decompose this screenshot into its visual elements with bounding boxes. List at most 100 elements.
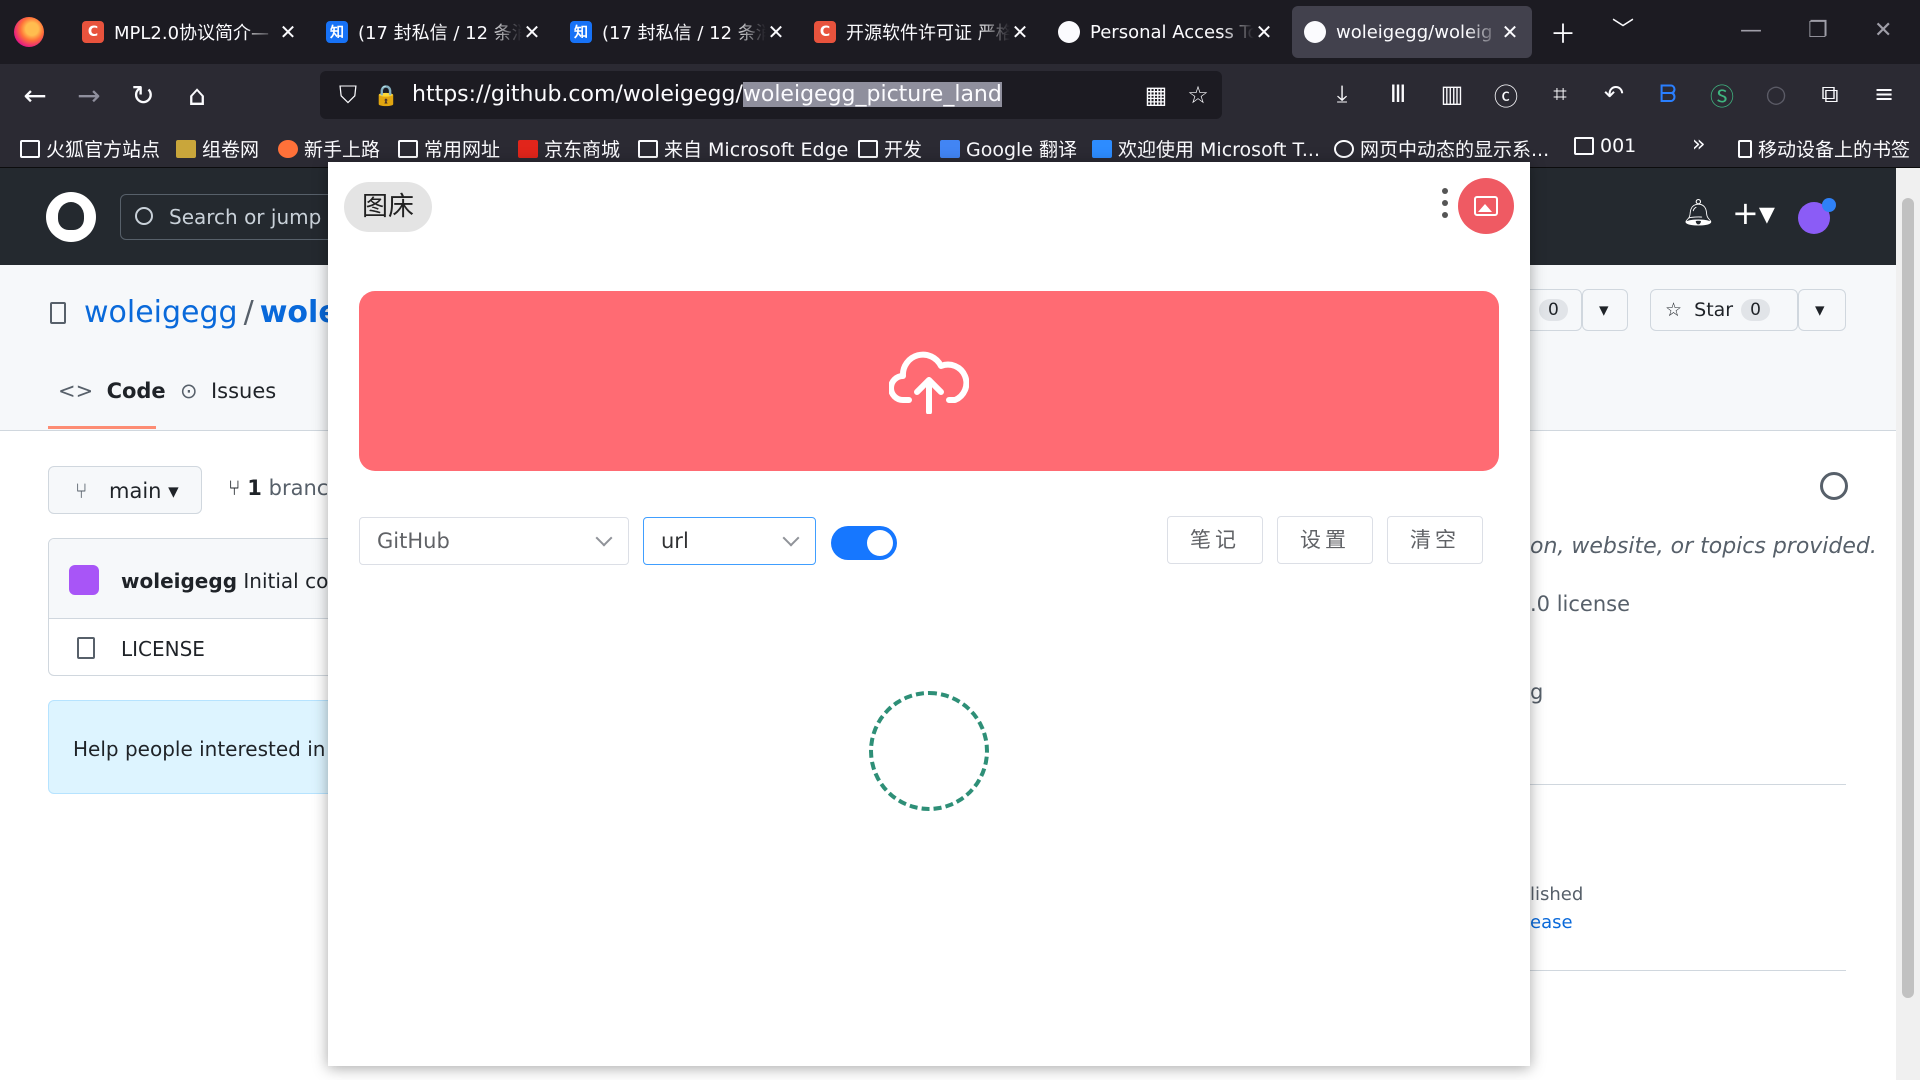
url-text[interactable]: https://github.com/woleigegg/woleigegg_p… [412, 82, 1002, 107]
github-logo-icon[interactable] [46, 192, 96, 242]
repo-owner-link[interactable]: woleigegg [84, 295, 238, 330]
bookmark-item[interactable]: 欢迎使用 Microsoft T... [1092, 135, 1320, 162]
lock-icon[interactable]: 🔒 [368, 77, 404, 113]
home-icon[interactable]: ⌂ [178, 76, 216, 114]
gear-icon[interactable] [1820, 472, 1848, 500]
tab-mpl[interactable]: C MPL2.0协议简介— ✕ [70, 6, 310, 58]
download-icon[interactable]: ⤓ [1324, 76, 1360, 112]
clear-button[interactable]: 清空 [1387, 516, 1483, 564]
close-icon[interactable]: ✕ [1254, 20, 1274, 44]
bookmark-item[interactable]: 开发 [858, 135, 922, 162]
star-button[interactable]: ☆ Star 0 [1650, 289, 1798, 331]
tab-title: (17 封私信 / 12 条消 [602, 23, 766, 44]
zujuan-icon [176, 139, 196, 158]
more-bookmarks-icon[interactable]: » [1692, 132, 1705, 157]
bookmark-item[interactable]: 京东商城 [518, 135, 620, 162]
zhihu-icon: 知 [570, 21, 592, 43]
close-icon[interactable]: ✕ [278, 20, 298, 44]
extensions-icon[interactable]: ⧉ [1812, 76, 1848, 112]
branch-select-button[interactable]: ⑂ main ▾ [48, 466, 202, 514]
format-select[interactable]: url [643, 517, 816, 565]
bookmark-item[interactable]: 来自 Microsoft Edge [638, 135, 848, 162]
bing-icon[interactable]: ᗷ [1650, 76, 1686, 112]
format-select-value: url [661, 529, 689, 553]
qr-code-icon[interactable]: ▦ [1138, 77, 1174, 113]
notes-button[interactable]: 笔记 [1167, 516, 1263, 564]
image-gallery-button[interactable] [1458, 178, 1514, 234]
bookmark-label: 组卷网 [202, 139, 260, 161]
list-tabs-chevron-icon[interactable]: ﹀ [1612, 12, 1634, 44]
extension-c-icon[interactable]: ⓒ [1488, 76, 1524, 112]
reload-icon[interactable]: ↻ [124, 76, 162, 114]
close-icon[interactable]: ✕ [766, 20, 786, 44]
bookmark-item[interactable]: 新手上路 [278, 135, 380, 162]
license-link[interactable]: .0 license [1530, 592, 1630, 616]
scroll-thumb[interactable] [1902, 198, 1914, 998]
code-icon: <> [58, 379, 94, 403]
file-icon [77, 637, 95, 659]
bookmark-item[interactable]: Google 翻译 [940, 135, 1077, 162]
settings-button[interactable]: 设置 [1277, 516, 1373, 564]
status-dot [1822, 198, 1836, 212]
tab-title: MPL2.0协议简介— [114, 23, 270, 44]
bell-icon[interactable]: 🔔︎ [1682, 198, 1715, 228]
scrollbar[interactable] [1896, 168, 1920, 1080]
close-icon[interactable]: ✕ [1500, 20, 1520, 44]
file-name[interactable]: LICENSE [121, 637, 205, 661]
bookmark-item[interactable]: 常用网址 [398, 135, 500, 162]
search-icon [135, 207, 153, 225]
service-select[interactable]: GitHub [359, 517, 629, 565]
new-tab-icon[interactable]: ＋ [1550, 14, 1576, 51]
tab-personal-access[interactable]: Personal Access To ✕ [1046, 6, 1286, 58]
more-options-icon[interactable] [1442, 188, 1450, 228]
commit-author[interactable]: woleigegg [121, 569, 237, 593]
bookmark-label: 常用网址 [424, 139, 501, 161]
upload-dropzone[interactable] [359, 291, 1499, 471]
create-plus-icon[interactable]: +▾ [1732, 194, 1775, 232]
todo-check-icon [1092, 139, 1112, 158]
bookmark-item[interactable]: 火狐官方站点 [20, 135, 160, 162]
close-icon[interactable]: ✕ [522, 20, 542, 44]
tab-repo-active[interactable]: woleigegg/woleig ✕ [1292, 6, 1532, 58]
extension-s-icon[interactable]: Ⓢ [1704, 76, 1740, 112]
bookmark-item[interactable]: 组卷网 [176, 135, 259, 162]
bookmark-item[interactable]: 网页中动态的显示系... [1334, 135, 1549, 162]
tab-license[interactable]: C 开源软件许可证 严格 ✕ [802, 6, 1042, 58]
bookmark-label: Google 翻译 [966, 139, 1078, 161]
watch-dropdown-button[interactable]: ▾ [1582, 289, 1628, 331]
window-close-icon[interactable]: ✕ [1874, 18, 1892, 43]
tab-code[interactable]: <> Code [58, 379, 166, 403]
tab-zhihu-2[interactable]: 知 (17 封私信 / 12 条消 ✕ [558, 6, 798, 58]
commit-message[interactable]: Initial comm [243, 569, 337, 593]
tab-issues[interactable]: ⊙ Issues [180, 379, 276, 403]
star-dropdown-button[interactable]: ▾ [1798, 289, 1846, 331]
branch-count-link[interactable]: ⑂ 1 branch [228, 476, 342, 500]
extension-circle-icon[interactable]: ○ [1758, 76, 1794, 112]
search-input[interactable]: Search or jump to [120, 194, 360, 240]
mobile-device-icon [1738, 139, 1752, 158]
toggle-switch[interactable] [831, 526, 897, 560]
bookmark-item[interactable]: 001 [1574, 135, 1636, 157]
crop-icon[interactable]: ⌗ [1542, 76, 1578, 112]
google-translate-icon [940, 139, 960, 158]
address-bar[interactable]: ⛉ 🔒 https://github.com/woleigegg/woleige… [320, 71, 1222, 119]
minimize-icon[interactable]: — [1740, 18, 1762, 43]
back-arrow-icon[interactable]: ← [16, 76, 54, 114]
bookmark-item[interactable]: 移动设备上的书签 [1738, 135, 1910, 162]
file-list: woleigegg Initial comm LICENSE [48, 538, 338, 676]
bookmark-star-icon[interactable]: ☆ [1180, 77, 1216, 113]
bookmark-label: 网页中动态的显示系... [1360, 139, 1550, 161]
shield-icon[interactable]: ⛉ [330, 77, 366, 113]
restore-icon[interactable]: ❐ [1808, 18, 1828, 43]
library-icon[interactable]: Ⅲ [1380, 76, 1416, 112]
menu-icon[interactable]: ≡ [1866, 76, 1902, 112]
forward-arrow-icon[interactable]: → [70, 76, 108, 114]
create-release-link[interactable]: ease [1530, 912, 1573, 933]
commit-avatar[interactable] [69, 565, 99, 595]
repo-icon [50, 302, 66, 324]
undo-icon[interactable]: ↶ [1596, 76, 1632, 112]
sidebar-icon[interactable]: ▥ [1434, 76, 1470, 112]
firefox-logo-icon[interactable] [14, 17, 44, 47]
close-icon[interactable]: ✕ [1010, 20, 1030, 44]
tab-zhihu-1[interactable]: 知 (17 封私信 / 12 条消 ✕ [314, 6, 554, 58]
